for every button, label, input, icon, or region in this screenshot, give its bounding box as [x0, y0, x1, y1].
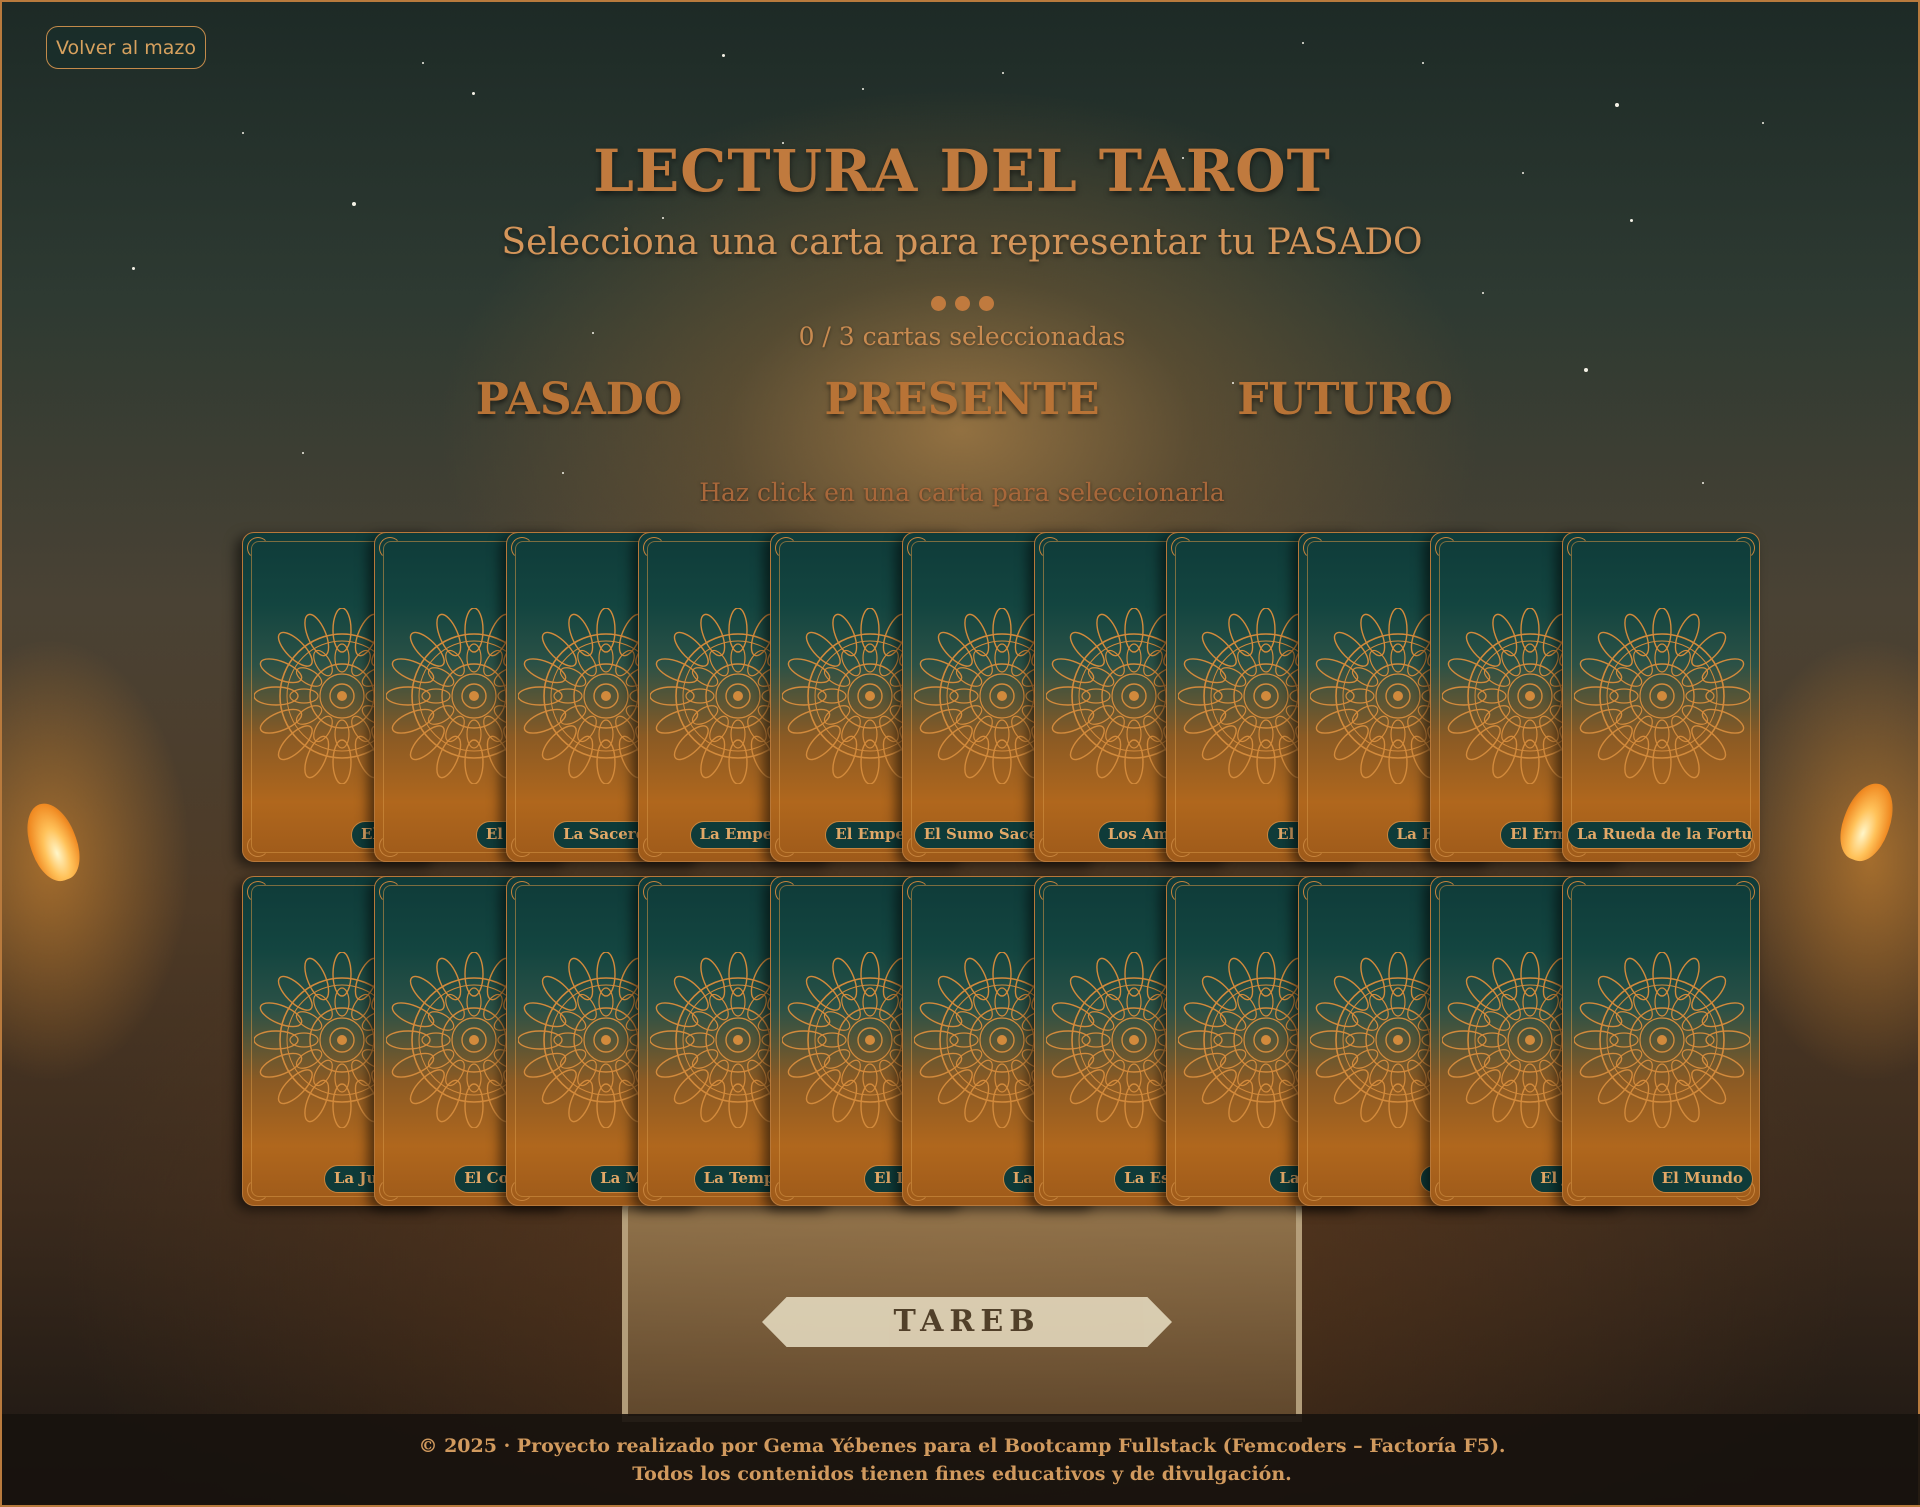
corner-ornament-icon: [247, 1179, 269, 1201]
star: [1302, 42, 1304, 44]
star: [302, 452, 304, 454]
card-name-label: La Rueda de la Fortuna: [1567, 821, 1753, 849]
star: [662, 217, 664, 219]
corner-ornament-icon: [1039, 537, 1061, 559]
page-subtitle: Selecciona una carta para representar tu…: [501, 222, 1423, 263]
back-to-deck-button[interactable]: Volver al mazo: [46, 26, 206, 69]
corner-ornament-icon: [1733, 881, 1755, 903]
corner-ornament-icon: [1435, 1179, 1457, 1201]
corner-ornament-icon: [1171, 1179, 1193, 1201]
star: [562, 472, 564, 474]
corner-ornament-icon: [1435, 835, 1457, 857]
position-pasado: PASADO: [475, 374, 683, 425]
corner-ornament-icon: [1567, 1179, 1589, 1201]
star: [1422, 62, 1424, 64]
star: [1615, 103, 1619, 107]
corner-ornament-icon: [643, 537, 665, 559]
corner-ornament-icon: [247, 537, 269, 559]
corner-ornament-icon: [775, 835, 797, 857]
footer-credits: © 2025 · Proyecto realizado por Gema Yéb…: [418, 1434, 1506, 1457]
corner-ornament-icon: [511, 835, 533, 857]
corner-ornament-icon: [1733, 537, 1755, 559]
card-name-label: El Mundo: [1651, 1165, 1753, 1193]
position-presente: PRESENTE: [824, 374, 1100, 425]
footer: © 2025 · Proyecto realizado por Gema Yéb…: [2, 1414, 1920, 1505]
corner-ornament-icon: [907, 1179, 929, 1201]
mandala-icon: [1574, 952, 1750, 1128]
star: [1762, 122, 1764, 124]
corner-ornament-icon: [643, 835, 665, 857]
candle-flame-left: [17, 796, 89, 888]
star: [1002, 72, 1004, 74]
progress-dot: [954, 296, 970, 311]
corner-ornament-icon: [1171, 835, 1193, 857]
corner-ornament-icon: [1435, 537, 1457, 559]
star: [242, 132, 244, 134]
corner-ornament-icon: [511, 537, 533, 559]
background-tarot-box-label: TAREB: [762, 1297, 1172, 1347]
selection-hint: Haz click en una carta para seleccionarl…: [699, 478, 1225, 507]
star: [1584, 368, 1588, 372]
corner-ornament-icon: [1567, 537, 1589, 559]
corner-ornament-icon: [1303, 1179, 1325, 1201]
corner-ornament-icon: [1435, 881, 1457, 903]
card-row-2: La Justicia El Colgado La Muerte: [242, 876, 1762, 1206]
star: [132, 267, 135, 270]
corner-ornament-icon: [1171, 881, 1193, 903]
corner-ornament-icon: [379, 835, 401, 857]
corner-ornament-icon: [511, 1179, 533, 1201]
candle-flame-right: [1831, 776, 1903, 868]
footer-disclaimer: Todos los contenidos tienen fines educat…: [632, 1462, 1292, 1485]
star: [1482, 292, 1484, 294]
corner-ornament-icon: [775, 1179, 797, 1201]
corner-ornament-icon: [1039, 1179, 1061, 1201]
corner-ornament-icon: [775, 537, 797, 559]
mandala-icon: [1574, 608, 1750, 784]
star: [862, 88, 864, 90]
star: [472, 92, 475, 95]
corner-ornament-icon: [511, 881, 533, 903]
progress-dot: [978, 296, 994, 311]
selection-counter: 0 / 3 cartas seleccionadas: [798, 322, 1126, 351]
selection-progress-dots: [2, 296, 1920, 311]
corner-ornament-icon: [1303, 537, 1325, 559]
corner-ornament-icon: [1567, 881, 1589, 903]
corner-ornament-icon: [1039, 835, 1061, 857]
position-futuro: FUTURO: [1237, 374, 1453, 425]
corner-ornament-icon: [643, 1179, 665, 1201]
page-title: LECTURA DEL TAROT: [593, 137, 1331, 205]
corner-ornament-icon: [247, 881, 269, 903]
tarot-card[interactable]: La Rueda de la Fortuna: [1562, 532, 1760, 862]
corner-ornament-icon: [379, 881, 401, 903]
corner-ornament-icon: [379, 1179, 401, 1201]
corner-ornament-icon: [247, 835, 269, 857]
star: [722, 54, 725, 57]
card-row-1: El Loco El Mago La Sacerdotisa: [242, 532, 1762, 862]
corner-ornament-icon: [1303, 835, 1325, 857]
tarot-card[interactable]: El Mundo: [1562, 876, 1760, 1206]
corner-ornament-icon: [1171, 537, 1193, 559]
corner-ornament-icon: [1303, 881, 1325, 903]
corner-ornament-icon: [775, 881, 797, 903]
corner-ornament-icon: [1039, 881, 1061, 903]
corner-ornament-icon: [379, 537, 401, 559]
corner-ornament-icon: [907, 537, 929, 559]
corner-ornament-icon: [907, 881, 929, 903]
corner-ornament-icon: [643, 881, 665, 903]
spread-positions: PASADO PRESENTE FUTURO: [2, 374, 1920, 434]
progress-dot: [930, 296, 946, 311]
star: [422, 62, 424, 64]
